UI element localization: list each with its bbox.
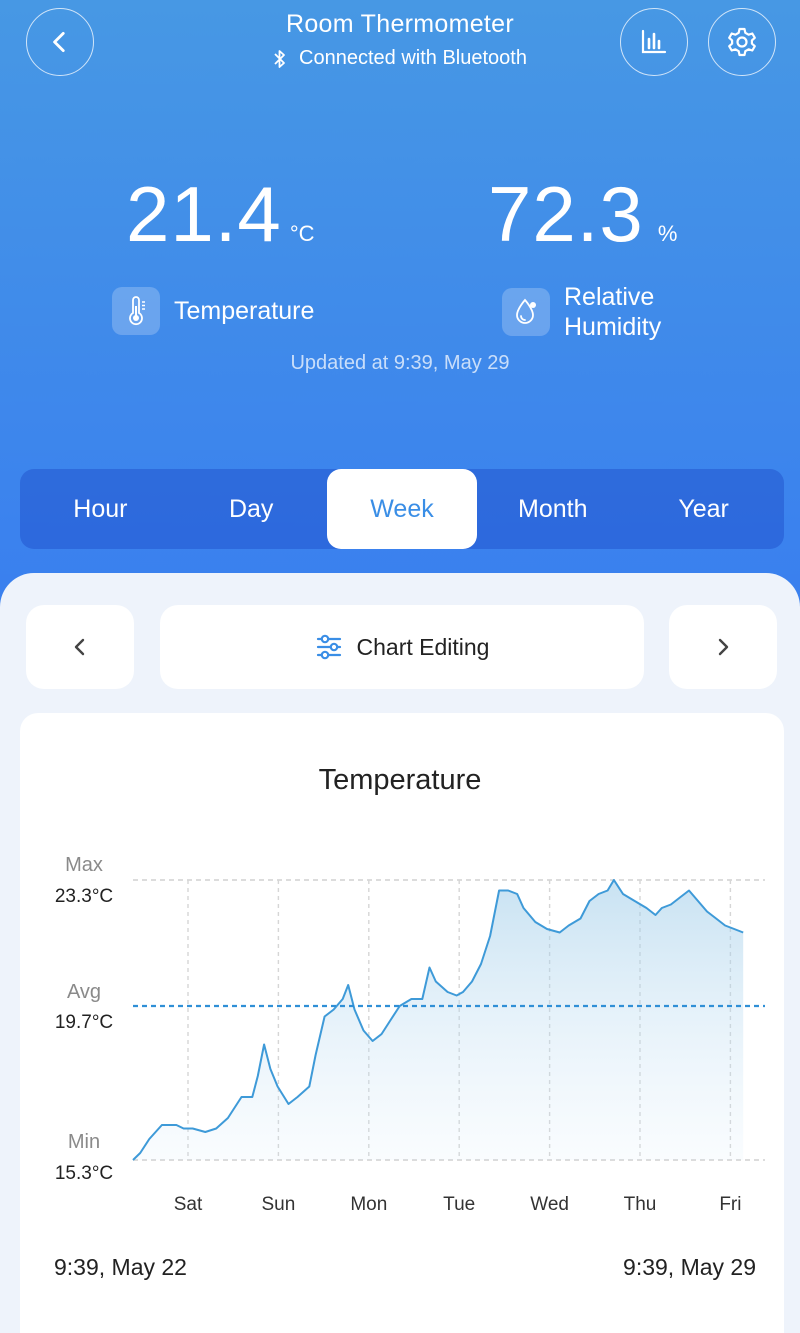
temperature-area bbox=[133, 880, 744, 1160]
x-tick-label: Wed bbox=[530, 1194, 569, 1215]
x-tick-label: Sun bbox=[261, 1194, 296, 1215]
temperature-chart bbox=[132, 879, 765, 1161]
range-end-label: 9:39, May 29 bbox=[623, 1254, 756, 1280]
x-tick-label: Sat bbox=[173, 1194, 203, 1215]
x-tick-label: Thu bbox=[623, 1194, 657, 1215]
x-tick-label: Tue bbox=[443, 1194, 476, 1215]
x-tick-label: Fri bbox=[719, 1194, 742, 1215]
x-tick-label: Mon bbox=[350, 1194, 388, 1215]
range-start-label: 9:39, May 22 bbox=[54, 1254, 187, 1280]
